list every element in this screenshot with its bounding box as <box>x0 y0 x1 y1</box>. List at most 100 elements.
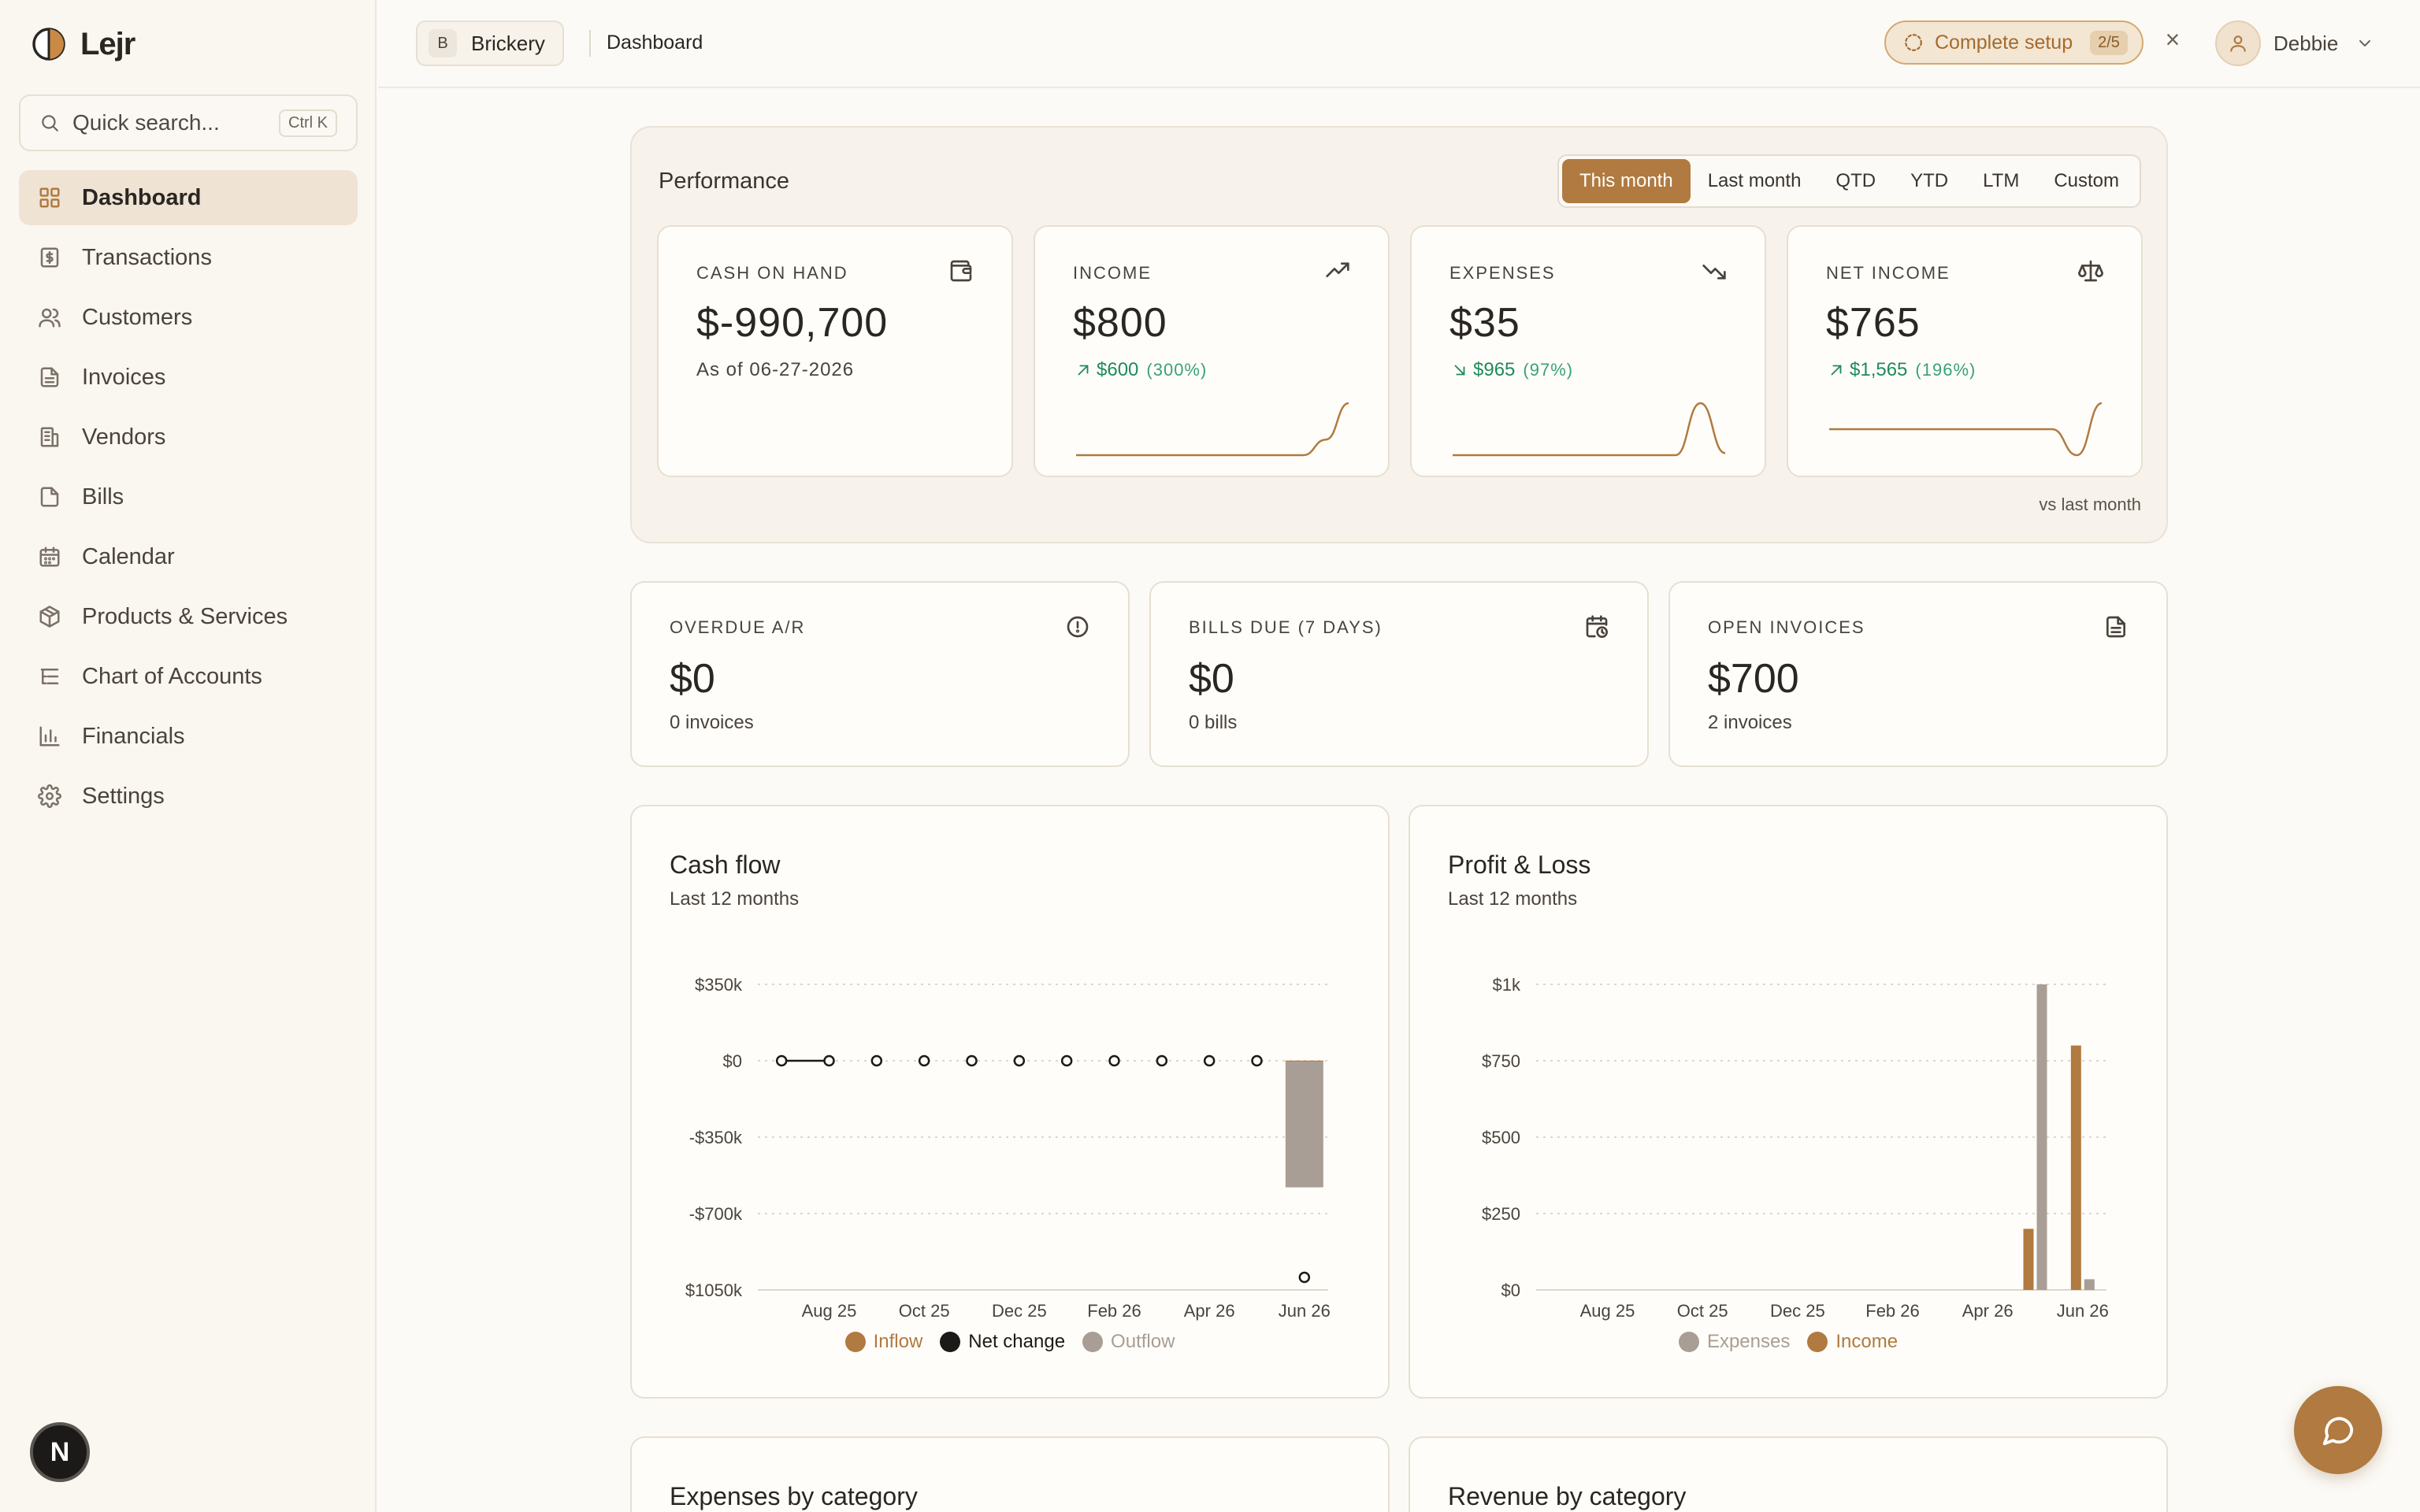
close-icon[interactable]: × <box>2162 27 2184 52</box>
kpi-net-income[interactable]: NET INCOME $765 $1,565 (196%) <box>1787 225 2143 477</box>
sidebar-item-label: Invoices <box>82 364 166 390</box>
sidebar-item-label: Transactions <box>82 244 212 270</box>
sidebar-item-invoices[interactable]: Invoices <box>19 350 358 405</box>
x-tick-label: Apr 26 <box>1962 1301 2014 1321</box>
sidebar-item-label: Products & Services <box>82 603 288 629</box>
period-last-month[interactable]: Last month <box>1691 159 1819 203</box>
x-tick-label: Apr 26 <box>1184 1301 1235 1321</box>
y-tick-label: $1050k <box>685 1280 743 1300</box>
kpi-delta-percent: (196%) <box>1915 360 1976 380</box>
net-change-point <box>1298 1271 1311 1284</box>
summary-value: $700 <box>1708 656 1799 702</box>
dev-badge[interactable]: N <box>30 1422 90 1482</box>
breadcrumb-divider <box>589 30 591 57</box>
logo-mark-icon <box>32 27 66 61</box>
y-tick-label: $500 <box>1482 1128 1520 1147</box>
net-change-point <box>1060 1054 1073 1067</box>
sidebar-item-financials[interactable]: Financials <box>19 709 358 764</box>
legend-outflow[interactable]: Outflow <box>1082 1331 1175 1353</box>
sidebar-item-calendar[interactable]: Calendar <box>19 529 358 584</box>
kpi-cash-on-hand[interactable]: CASH ON HAND $-990,700 As of 06-27-2026 <box>657 225 1013 477</box>
kpi-delta-amount: $600 <box>1097 359 1139 380</box>
dashboard-grid-icon <box>38 186 61 209</box>
top-bar: B Brickery Dashboard Complete setup 2/5 … <box>378 0 2420 88</box>
y-tick-label: $750 <box>1482 1051 1520 1071</box>
period-ytd[interactable]: YTD <box>1893 159 1965 203</box>
profit-loss-card: Profit & Loss Last 12 months $1k $750 $500… <box>1409 805 2168 1399</box>
calendar-icon <box>38 545 61 569</box>
card-title: Expenses by category <box>670 1482 918 1510</box>
user-name: Debbie <box>2273 31 2339 55</box>
kpi-row: CASH ON HAND $-990,700 As of 06-27-2026 … <box>657 225 2143 477</box>
org-switcher[interactable]: B Brickery <box>416 20 564 66</box>
kpi-delta: $600 (300%) <box>1075 359 1207 381</box>
chat-button[interactable] <box>2294 1386 2382 1474</box>
y-tick-label: -$700k <box>689 1204 743 1224</box>
sidebar-item-bills[interactable]: Bills <box>19 469 358 524</box>
x-tick-label: Jun 26 <box>2057 1301 2109 1321</box>
sidebar-item-label: Settings <box>82 783 165 809</box>
chat-bubble-icon <box>2320 1412 2356 1448</box>
kpi-expenses[interactable]: EXPENSES $35 $965 (97%) <box>1410 225 1766 477</box>
x-tick-label: Dec 25 <box>1770 1301 1825 1321</box>
search-placeholder: Quick search... <box>72 110 220 135</box>
summary-open-invoices[interactable]: OPEN INVOICES $700 2 invoices <box>1668 581 2168 767</box>
x-tick-label: Oct 25 <box>1677 1301 1728 1321</box>
kpi-as-of-date: As of 06-27-2026 <box>696 359 855 380</box>
complete-setup-button[interactable]: Complete setup 2/5 <box>1884 20 2143 65</box>
period-ltm[interactable]: LTM <box>1965 159 2036 203</box>
sidebar-item-transactions[interactable]: Transactions <box>19 230 358 285</box>
kpi-label: EXPENSES <box>1449 263 1556 283</box>
trending-up-icon <box>1325 258 1350 284</box>
legend-expenses[interactable]: Expenses <box>1678 1331 1790 1353</box>
search-icon <box>39 113 60 133</box>
summary-label: OVERDUE A/R <box>670 617 806 637</box>
summary-bills-due[interactable]: BILLS DUE (7 DAYS) $0 0 bills <box>1149 581 1649 767</box>
period-qtd[interactable]: QTD <box>1818 159 1893 203</box>
sidebar-item-settings[interactable]: Settings <box>19 769 358 824</box>
kpi-income[interactable]: INCOME $800 $600 (300%) <box>1034 225 1390 477</box>
performance-title: Performance <box>659 169 790 194</box>
legend-net-change[interactable]: Net change <box>940 1331 1065 1353</box>
summary-value: $0 <box>670 656 715 702</box>
sidebar-item-customers[interactable]: Customers <box>19 290 358 345</box>
legend-inflow[interactable]: Inflow <box>844 1331 922 1353</box>
kpi-value: $35 <box>1449 300 1520 346</box>
users-icon <box>38 306 61 329</box>
user-menu[interactable]: Debbie <box>2215 20 2374 66</box>
profit-loss-chart[interactable]: $1k $750 $500 $250 $0 Aug 25 Oct 25 Dec 25 Feb 2… <box>1410 932 2169 1326</box>
legend-label: Outflow <box>1111 1331 1175 1352</box>
sidebar-item-products-services[interactable]: Products & Services <box>19 589 358 644</box>
net-change-point <box>1156 1054 1168 1067</box>
sidebar-item-label: Customers <box>82 304 193 330</box>
x-tick-label: Oct 25 <box>899 1301 950 1321</box>
trending-down-icon <box>1702 258 1727 284</box>
summary-overdue-ar[interactable]: OVERDUE A/R $0 0 invoices <box>630 581 1130 767</box>
net-change-point <box>1013 1054 1026 1067</box>
app-logo[interactable]: Lejr <box>32 24 135 65</box>
summary-value: $0 <box>1189 656 1234 702</box>
list-tree-icon <box>38 665 61 688</box>
kpi-label: CASH ON HAND <box>696 263 848 283</box>
sidebar-item-dashboard[interactable]: Dashboard <box>19 170 358 225</box>
breadcrumb: Dashboard <box>607 32 703 54</box>
kpi-delta: $1,565 (196%) <box>1828 359 1976 381</box>
x-tick-label: Jun 26 <box>1279 1301 1331 1321</box>
period-custom[interactable]: Custom <box>2036 159 2136 203</box>
sidebar-item-vendors[interactable]: Vendors <box>19 410 358 465</box>
summary-count: 0 invoices <box>670 712 754 733</box>
net-change-point <box>1108 1054 1120 1067</box>
legend-income[interactable]: Income <box>1807 1331 1898 1353</box>
kpi-delta-amount: $965 <box>1473 359 1516 380</box>
sidebar-nav: Dashboard Transactions Customers Invoice… <box>19 170 358 828</box>
sidebar-item-label: Financials <box>82 723 185 749</box>
sidebar-item-chart-of-accounts[interactable]: Chart of Accounts <box>19 649 358 704</box>
period-this-month[interactable]: This month <box>1561 159 1691 203</box>
period-selector: This month Last month QTD YTD LTM Custom <box>1557 154 2141 208</box>
income-sparkline <box>1076 402 1349 457</box>
summary-label: BILLS DUE (7 DAYS) <box>1189 617 1383 637</box>
quick-search[interactable]: Quick search... Ctrl K <box>19 94 358 151</box>
cash-flow-chart[interactable]: $350k $0 -$350k -$700k $1050k Aug 25 Oct 25 Dec… <box>632 932 1391 1326</box>
x-tick-label: Aug 25 <box>1580 1301 1635 1321</box>
y-tick-label: $250 <box>1482 1204 1520 1224</box>
